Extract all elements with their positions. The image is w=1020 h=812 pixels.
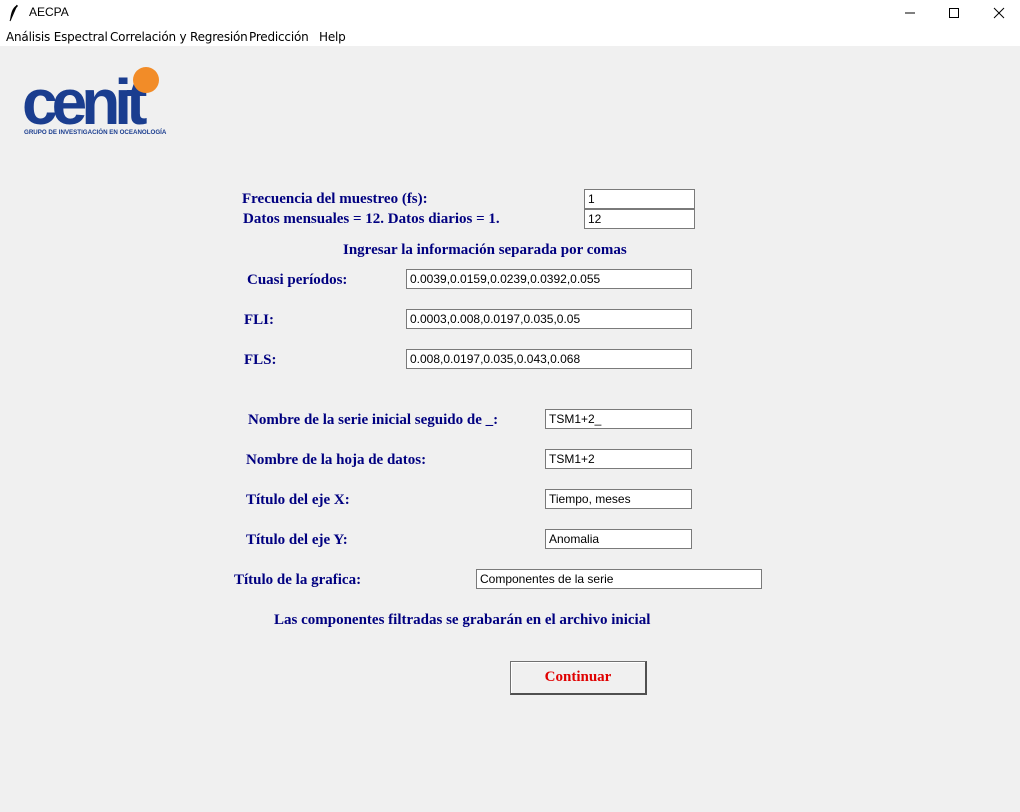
maximize-button[interactable]	[931, 0, 977, 26]
fls-input[interactable]	[406, 349, 692, 369]
close-button[interactable]	[976, 0, 1020, 26]
grafica-label: Título de la grafica:	[234, 572, 362, 588]
instruction-text: Ingresar la información separada por com…	[343, 242, 627, 258]
continuar-button[interactable]: Continuar	[510, 661, 647, 695]
eje-y-label: Título del eje Y:	[246, 532, 348, 548]
menu-bar: Análisis Espectral Correlación y Regresi…	[0, 26, 1020, 46]
menu-analisis-espectral[interactable]: Análisis Espectral	[6, 30, 108, 44]
hoja-input[interactable]	[545, 449, 692, 469]
fls-label: FLS:	[244, 352, 277, 368]
hoja-label: Nombre de la hoja de datos:	[246, 452, 427, 468]
cenit-logo: cenit GRUPO DE INVESTIGACIÓN EN OCEANOLO…	[22, 66, 167, 138]
menu-correlacion-regresion[interactable]: Correlación y Regresión	[110, 30, 248, 44]
eje-y-input[interactable]	[545, 529, 692, 549]
main-panel	[0, 46, 1020, 812]
fli-input[interactable]	[406, 309, 692, 329]
eje-x-input[interactable]	[545, 489, 692, 509]
note-text: Las componentes filtradas se grabarán en…	[274, 612, 651, 628]
serie-input[interactable]	[545, 409, 692, 429]
menu-help[interactable]: Help	[319, 30, 346, 44]
fs-input-1[interactable]	[584, 189, 695, 209]
minimize-button[interactable]	[887, 0, 933, 26]
eje-x-label: Título del eje X:	[246, 492, 350, 508]
fs-label: Frecuencia del muestreo (fs):	[242, 191, 428, 207]
menu-prediccion[interactable]: Predicción	[249, 30, 309, 44]
fs-hint: Datos mensuales = 12. Datos diarios = 1.	[243, 211, 500, 227]
logo-wordmark: cenit	[22, 66, 147, 138]
title-bar: AECPA	[0, 0, 1020, 26]
grafica-input[interactable]	[476, 569, 762, 589]
logo-subtitle: GRUPO DE INVESTIGACIÓN EN OCEANOLOGÍA	[24, 128, 167, 136]
minimize-icon	[905, 12, 915, 14]
window-title: AECPA	[29, 5, 69, 19]
cuasi-periodos-input[interactable]	[406, 269, 692, 289]
close-icon	[993, 7, 1005, 19]
logo-dot	[133, 67, 159, 93]
feather-icon	[9, 4, 18, 22]
maximize-icon	[949, 8, 959, 18]
fs-input-2[interactable]	[584, 209, 695, 229]
cuasi-periodos-label: Cuasi períodos:	[247, 272, 348, 288]
serie-label: Nombre de la serie inicial seguido de _:	[248, 412, 499, 428]
fli-label: FLI:	[244, 312, 274, 328]
